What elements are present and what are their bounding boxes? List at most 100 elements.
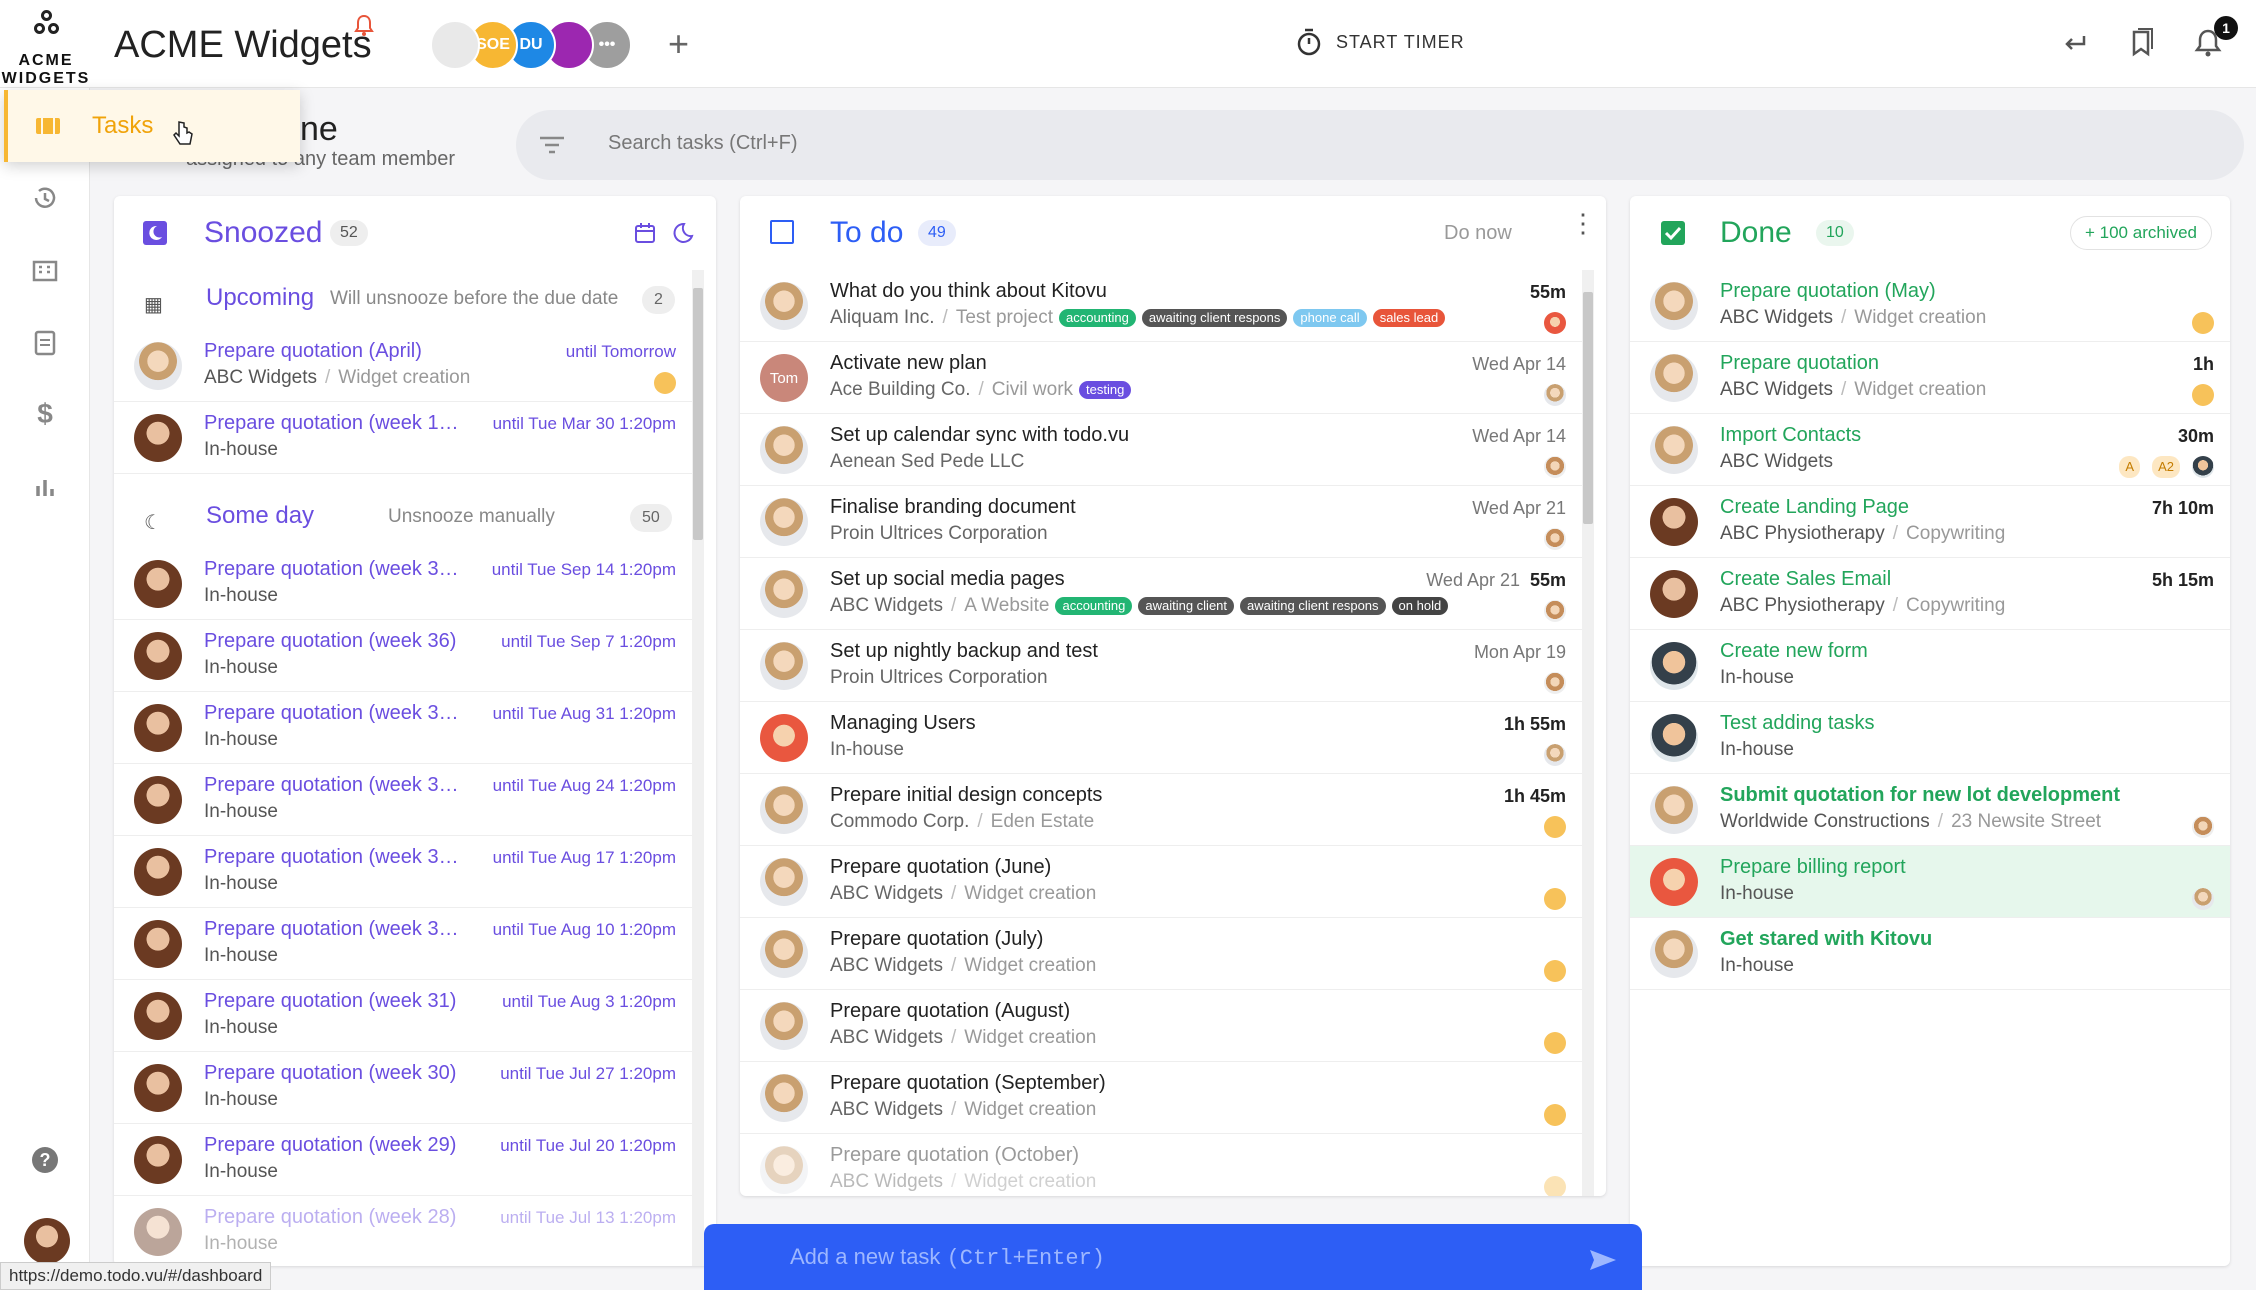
task-title[interactable]: Prepare quotation (April) (204, 340, 460, 363)
todo-task-row[interactable]: Prepare initial design concepts Commodo C… (740, 774, 1582, 846)
todo-task-row[interactable]: Set up social media pages ABC Widgets / A W… (740, 558, 1582, 630)
task-tag[interactable]: sales lead (1372, 308, 1446, 327)
snoozed-task-row[interactable]: Prepare quotation (week 31) until Tue Aug… (114, 980, 692, 1052)
todo-task-row[interactable]: Managing Users In-house 1h 55m (740, 702, 1582, 774)
add-member-button[interactable]: + (668, 24, 689, 64)
search-bar[interactable]: Search tasks (Ctrl+F) (516, 110, 2244, 180)
logo[interactable]: ACME WIDGETS (0, 4, 92, 88)
task-title[interactable]: Prepare quotation (October) (830, 1144, 1390, 1167)
nav-reports-icon[interactable] (29, 326, 61, 358)
task-title[interactable]: Import Contacts (1720, 424, 2160, 447)
nav-billing-icon[interactable]: $ (29, 398, 61, 430)
task-title[interactable]: Prepare quotation (week 31) (204, 990, 460, 1013)
task-title[interactable]: Create Landing Page (1720, 496, 2160, 519)
task-title[interactable]: Test adding tasks (1720, 712, 2160, 735)
task-title[interactable]: Set up nightly backup and test (830, 640, 1390, 663)
task-title[interactable]: Prepare quotation (week 3… (204, 774, 460, 797)
done-task-row[interactable]: Import Contacts ABC Widgets 30m A2 A (1630, 414, 2230, 486)
snoozed-task-row[interactable]: Prepare quotation (week 29) until Tue Jul… (114, 1124, 692, 1196)
task-title[interactable]: Prepare quotation (week 3… (204, 702, 460, 725)
moon-clock-icon[interactable] (672, 222, 694, 244)
start-timer-button[interactable]: START TIMER (1296, 28, 1465, 56)
task-tag[interactable]: accounting (1055, 596, 1133, 615)
todo-task-row[interactable]: Prepare quotation (June) ABC Widgets / Widg… (740, 846, 1582, 918)
task-title[interactable]: Set up social media pages (830, 568, 1390, 591)
task-title[interactable]: Prepare quotation (week 3… (204, 558, 460, 581)
task-title[interactable]: Finalise branding document (830, 496, 1390, 519)
done-task-row[interactable]: Prepare quotation ABC Widgets / Widget crea… (1630, 342, 2230, 414)
done-task-row[interactable]: Prepare quotation (May) ABC Widgets / Widge… (1630, 270, 2230, 342)
task-title[interactable]: Prepare quotation (July) (830, 928, 1390, 951)
task-title[interactable]: Prepare quotation (September) (830, 1072, 1390, 1095)
todo-task-row[interactable]: Set up nightly backup and test Proin Ultr… (740, 630, 1582, 702)
todo-task-row[interactable]: Set up calendar sync with todo.vu Aenean … (740, 414, 1582, 486)
task-tag[interactable]: phone call (1293, 308, 1367, 327)
undo-icon[interactable] (2060, 28, 2090, 58)
user-avatar[interactable] (24, 1218, 70, 1264)
more-options-icon[interactable]: ⋮ (1570, 210, 1596, 236)
search-input[interactable]: Search tasks (Ctrl+F) (608, 132, 797, 155)
done-task-row[interactable]: Create Landing Page ABC Physiotherapy / Cop… (1630, 486, 2230, 558)
task-title[interactable]: Prepare billing report (1720, 856, 2160, 879)
task-title[interactable]: Set up calendar sync with todo.vu (830, 424, 1390, 447)
task-title[interactable]: Prepare quotation (week 3… (204, 846, 460, 869)
snoozed-task-row[interactable]: Prepare quotation (April) until Tomorrow A… (114, 330, 692, 402)
bookmarks-icon[interactable] (2128, 28, 2156, 58)
send-icon[interactable] (1588, 1248, 1618, 1272)
task-title[interactable]: What do you think about Kitovu (830, 280, 1390, 303)
nav-recent-icon[interactable] (29, 182, 61, 214)
task-title[interactable]: Activate new plan (830, 352, 1390, 375)
task-tag[interactable]: testing (1079, 380, 1132, 399)
task-tag[interactable]: awaiting client respons (1141, 308, 1288, 327)
task-tag[interactable]: awaiting client respons (1240, 596, 1386, 615)
snoozed-task-row[interactable]: Prepare quotation (week 3… until Tue Aug … (114, 764, 692, 836)
filter-icon[interactable] (538, 134, 566, 156)
todo-task-row[interactable]: Prepare quotation (August) ABC Widgets / Wi… (740, 990, 1582, 1062)
team-avatar[interactable] (430, 20, 480, 70)
task-title[interactable]: Managing Users (830, 712, 1390, 735)
task-title[interactable]: Prepare quotation (week 30) (204, 1062, 460, 1085)
done-task-row[interactable]: Prepare billing report In-house (1630, 846, 2230, 918)
todo-scroll-thumb[interactable] (1583, 292, 1593, 524)
done-task-row[interactable]: Test adding tasks In-house (1630, 702, 2230, 774)
task-title[interactable]: Prepare quotation (week 1… (204, 412, 460, 435)
task-title[interactable]: Prepare quotation (week 28) (204, 1206, 460, 1229)
add-task-bar[interactable]: Add a new task (Ctrl+Enter) (704, 1224, 1642, 1290)
task-title[interactable]: Get stared with Kitovu (1720, 928, 2160, 951)
task-tag[interactable]: awaiting client (1138, 596, 1235, 615)
task-title[interactable]: Prepare initial design concepts (830, 784, 1390, 807)
task-tag[interactable]: on hold (1391, 596, 1449, 615)
task-title[interactable]: Prepare quotation (May) (1720, 280, 2160, 303)
snoozed-task-row[interactable]: Prepare quotation (week 28) until Tue Jul… (114, 1196, 692, 1266)
snoozed-task-row[interactable]: Prepare quotation (week 1… until Tue Mar … (114, 402, 692, 474)
task-title[interactable]: Submit quotation for new lot development (1720, 784, 2160, 807)
archived-button[interactable]: + 100 archived (2070, 216, 2212, 250)
done-task-row[interactable]: Submit quotation for new lot development… (1630, 774, 2230, 846)
task-title[interactable]: Prepare quotation (week 36) (204, 630, 460, 653)
snoozed-task-row[interactable]: Prepare quotation (week 3… until Tue Aug … (114, 908, 692, 980)
calendar-icon[interactable] (634, 222, 656, 244)
task-title[interactable]: Prepare quotation (week 3… (204, 918, 460, 941)
tasks-flyout[interactable]: Tasks (4, 90, 300, 162)
app-title[interactable]: ACME Widgets (114, 24, 372, 67)
task-tag[interactable]: accounting (1058, 308, 1136, 327)
nav-clients-icon[interactable] (29, 254, 61, 286)
task-title[interactable]: Prepare quotation (June) (830, 856, 1390, 879)
todo-task-row[interactable]: Finalise branding document Proin Ultrices… (740, 486, 1582, 558)
snoozed-task-row[interactable]: Prepare quotation (week 3… until Tue Aug … (114, 836, 692, 908)
nav-stats-icon[interactable] (29, 470, 61, 502)
snoozed-task-row[interactable]: Prepare quotation (week 3… until Tue Sep … (114, 548, 692, 620)
done-task-row[interactable]: Get stared with Kitovu In-house (1630, 918, 2230, 990)
snoozed-task-row[interactable]: Prepare quotation (week 36) until Tue Sep… (114, 620, 692, 692)
task-title[interactable]: Create new form (1720, 640, 2160, 663)
done-task-row[interactable]: Create new form In-house (1630, 630, 2230, 702)
done-task-row[interactable]: Create Sales Email ABC Physiotherapy / Copy… (1630, 558, 2230, 630)
add-task-input[interactable]: Add a new task (Ctrl+Enter) (790, 1244, 1105, 1271)
task-title[interactable]: Prepare quotation (week 29) (204, 1134, 460, 1157)
snoozed-task-row[interactable]: Prepare quotation (week 30) until Tue Jul… (114, 1052, 692, 1124)
todo-task-row[interactable]: What do you think about Kitovu Aliquam In… (740, 270, 1582, 342)
do-now-label[interactable]: Do now (1444, 222, 1512, 245)
todo-scrollbar[interactable] (1582, 270, 1594, 1196)
todo-task-row[interactable]: Prepare quotation (September) ABC Widgets… (740, 1062, 1582, 1134)
task-title[interactable]: Create Sales Email (1720, 568, 2160, 591)
